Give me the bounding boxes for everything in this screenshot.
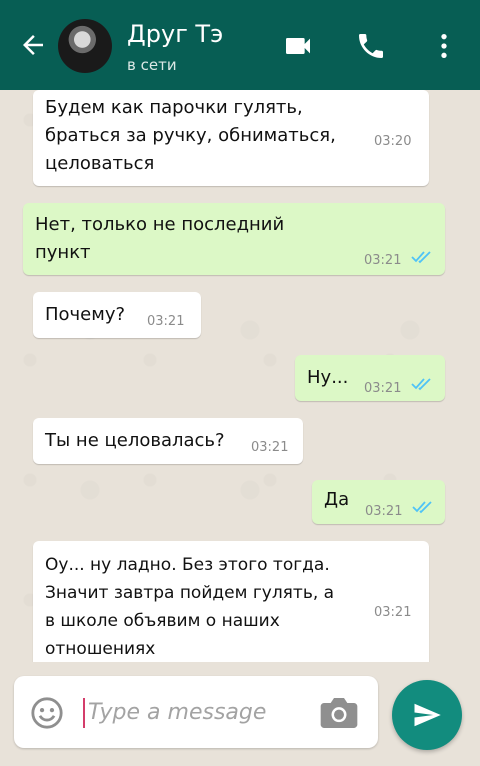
message-text: Будем как парочки гулять, браться за руч… (45, 97, 336, 174)
message-time: 03:21 (147, 314, 185, 329)
more-vertical-icon[interactable] (428, 30, 460, 62)
message-bubble-outgoing[interactable]: Да 03:21 (312, 480, 445, 524)
arrow-left-icon[interactable] (18, 30, 48, 60)
read-ticks-icon (412, 501, 432, 514)
message-bubble-incoming[interactable]: Будем как парочки гулять, браться за руч… (33, 90, 429, 186)
message-bubble-outgoing[interactable]: Нет, только не последний пункт 03:21 (23, 203, 445, 275)
smiley-icon[interactable] (30, 696, 64, 730)
message-time: 03:21 (364, 381, 402, 396)
message-input[interactable]: Type a message (88, 700, 266, 725)
message-text: Ты не целовалась? (45, 430, 225, 451)
message-list[interactable]: Будем как парочки гулять, браться за руч… (0, 90, 480, 662)
message-text: Ну... (307, 367, 349, 388)
send-button[interactable] (392, 680, 462, 750)
message-text: Почему? (45, 304, 126, 325)
send-icon (414, 703, 441, 727)
read-ticks-icon (411, 378, 431, 391)
contact-status: в сети (127, 56, 177, 74)
text-cursor (83, 698, 85, 728)
message-time: 03:21 (365, 504, 403, 519)
video-camera-icon[interactable] (282, 30, 314, 62)
message-time: 03:21 (364, 253, 402, 268)
message-text: Да (324, 489, 350, 510)
message-bubble-incoming[interactable]: Оу... ну ладно. Без этого тогда. Значит … (33, 541, 429, 662)
message-bubble-outgoing[interactable]: Ну... 03:21 (295, 355, 445, 401)
message-text: Нет, только не последний пункт (35, 214, 285, 263)
message-time: 03:21 (374, 605, 412, 620)
phone-icon[interactable] (355, 30, 387, 62)
message-composer: Type a message (14, 676, 378, 748)
message-time: 03:21 (251, 440, 289, 455)
camera-icon[interactable] (319, 696, 359, 730)
read-ticks-icon (411, 251, 431, 264)
message-bubble-incoming[interactable]: Ты не целовалась? 03:21 (33, 418, 303, 464)
contact-name[interactable]: Друг Тэ (127, 20, 223, 48)
avatar[interactable] (58, 19, 112, 73)
chat-header: Друг Тэ в сети (0, 0, 480, 90)
message-text: Оу... ну ладно. Без этого тогда. Значит … (45, 555, 335, 659)
message-time: 03:20 (374, 134, 412, 149)
message-bubble-incoming[interactable]: Почему? 03:21 (33, 292, 201, 338)
